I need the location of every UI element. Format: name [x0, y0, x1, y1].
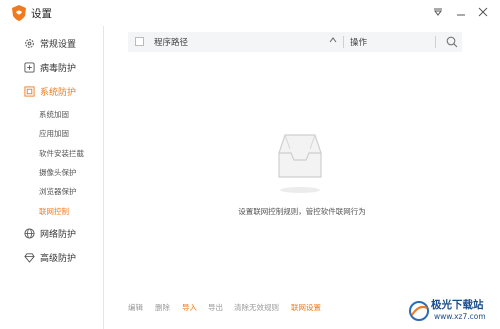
sub-item-camera-protect[interactable]: 摄像头保护 — [39, 167, 77, 178]
sidebar-item-label: 系统防护 — [40, 87, 77, 98]
sidebar-item-label: 病毒防护 — [40, 63, 77, 74]
menu-dropdown-icon — [434, 8, 442, 16]
sidebar-item-virus[interactable]: 病毒防护 — [24, 59, 76, 75]
column-header-path[interactable]: 程序路径 — [154, 36, 188, 48]
select-all-checkbox[interactable] — [135, 37, 144, 46]
table-header: 程序路径 操作 — [128, 32, 462, 52]
sidebar-item-label: 网络防护 — [40, 229, 77, 240]
menu-dropdown-button[interactable] — [430, 4, 446, 20]
sub-item-system-hardening[interactable]: 系统加固 — [39, 109, 69, 120]
sidebar-item-label: 高级防护 — [40, 253, 77, 264]
column-divider[interactable] — [343, 36, 344, 48]
title-bar: 设置 — [0, 0, 500, 26]
edit-button[interactable]: 编辑 — [128, 302, 143, 313]
import-button[interactable]: 导入 — [182, 302, 197, 313]
site-watermark: 极光下载站 www.xz7.com — [408, 297, 500, 327]
empty-inbox-icon — [278, 134, 322, 193]
close-button[interactable] — [475, 4, 491, 20]
shield-plus-icon — [24, 61, 35, 73]
sub-item-app-hardening[interactable]: 应用加固 — [39, 128, 69, 139]
sidebar-item-general[interactable]: 常规设置 — [24, 35, 76, 51]
sub-item-browser-protect[interactable]: 浏览器保护 — [39, 186, 77, 197]
sidebar-item-label: 常规设置 — [40, 39, 77, 50]
export-button[interactable]: 导出 — [208, 302, 223, 313]
watermark-url: www.xz7.com — [434, 312, 486, 321]
watermark-title: 极光下载站 — [431, 299, 484, 311]
chevron-up-icon — [329, 37, 337, 43]
column-header-operation: 操作 — [350, 38, 368, 48]
clear-invalid-rules-button[interactable]: 清除无效规则 — [234, 302, 279, 313]
globe-icon — [24, 227, 35, 239]
search-icon[interactable] — [446, 36, 458, 48]
app-logo-icon — [12, 5, 26, 21]
sort-ascending-icon[interactable] — [329, 36, 337, 46]
close-icon — [478, 7, 488, 17]
watermark-logo-icon — [409, 301, 429, 321]
delete-button[interactable]: 删除 — [155, 302, 170, 313]
sidebar-item-advanced[interactable]: 高级防护 — [24, 249, 76, 265]
sub-item-network-control[interactable]: 联网控制 — [39, 206, 69, 217]
network-settings-button[interactable]: 联网设置 — [291, 302, 321, 313]
sidebar: 常规设置 病毒防护 系统防护 系统加固 应用加固 软件安装拦截 摄像头保护 浏览… — [0, 26, 104, 329]
gear-icon — [25, 38, 34, 48]
column-divider[interactable] — [435, 36, 436, 48]
sidebar-item-system[interactable]: 系统防护 — [24, 83, 76, 99]
diamond-icon — [24, 252, 35, 263]
window-title: 设置 — [31, 8, 52, 20]
empty-state-text: 设置联网控制规则，管控软件联网行为 — [238, 207, 366, 216]
minimize-icon — [457, 14, 465, 16]
sub-item-install-block[interactable]: 软件安装拦截 — [39, 148, 84, 159]
sidebar-item-network[interactable]: 网络防护 — [24, 225, 76, 241]
system-shield-icon — [24, 85, 35, 97]
minimize-button[interactable] — [453, 4, 469, 20]
